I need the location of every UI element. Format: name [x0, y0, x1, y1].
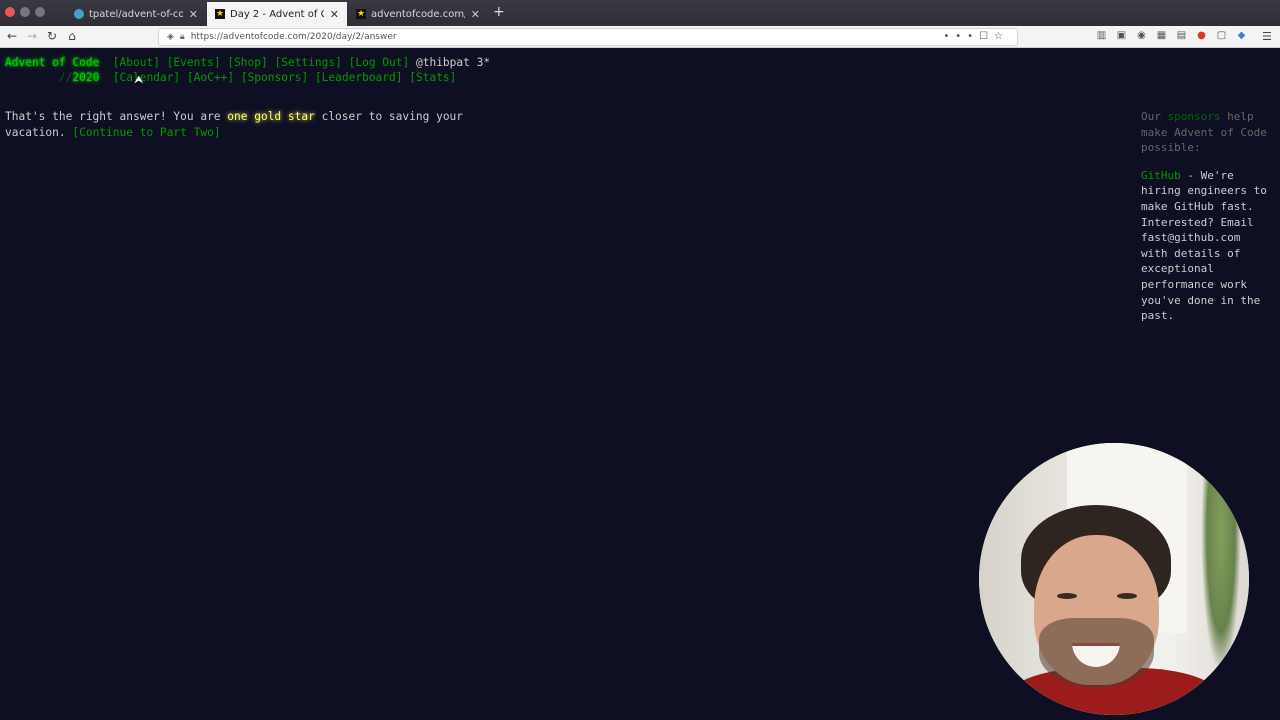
sponsors-link[interactable]: sponsors	[1168, 110, 1221, 123]
tab-title: Day 2 - Advent of Code 2020	[230, 8, 324, 20]
sponsor-intro-text: Our	[1141, 110, 1168, 123]
nav-link-calendar[interactable]: [Calendar]	[113, 71, 180, 84]
browser-tab-bar: tpatel/advent-of-code-2020 ✕ ★ Day 2 - A…	[0, 0, 1280, 26]
new-tab-button[interactable]: +	[493, 4, 505, 20]
home-icon[interactable]: ⌂	[64, 29, 80, 43]
browser-nav-bar: ← → ↻ ⌂ ◈ 🔒︎ https://adventofcode.com/20…	[0, 26, 1280, 48]
sidebar-icon[interactable]: ▣	[1116, 30, 1127, 41]
github-favicon-icon	[74, 9, 84, 19]
header-row-1: Advent of Code [About] [Events] [Shop] […	[5, 56, 490, 69]
tracking-shield-icon[interactable]: ◈	[167, 32, 174, 42]
year-prefix: //	[58, 71, 73, 84]
mouse-cursor-icon: ⮝	[134, 73, 144, 86]
year-link[interactable]: 2020	[72, 71, 99, 84]
nav-link-events[interactable]: [Events]	[167, 56, 221, 69]
close-tab-icon[interactable]: ✕	[330, 8, 339, 21]
browser-tab-active[interactable]: ★ Day 2 - Advent of Code 2020 ✕	[207, 2, 347, 26]
browser-tab[interactable]: tpatel/advent-of-code-2020 ✕	[66, 2, 206, 26]
gold-star-text: one gold star	[227, 110, 315, 123]
url-bar[interactable]: ◈ 🔒︎ https://adventofcode.com/2020/day/2…	[158, 28, 1018, 46]
tab-title: adventofcode.com/2020/day/2/input	[371, 8, 465, 20]
forward-arrow-icon[interactable]: →	[24, 29, 40, 43]
nav-link-logout[interactable]: [Log Out]	[349, 56, 410, 69]
username: @thibpat	[415, 56, 470, 69]
lock-icon[interactable]: 🔒︎	[180, 32, 185, 42]
webcam-eye	[1057, 593, 1077, 599]
sponsor-github: GitHub - We're hiring engineers to make …	[1141, 168, 1271, 324]
star-count: 3*	[476, 56, 491, 69]
extensions-grid-icon[interactable]: ▦	[1156, 30, 1167, 41]
nav-link-about[interactable]: [About]	[113, 56, 160, 69]
nav-link-shop[interactable]: [Shop]	[227, 56, 267, 69]
extension-icon[interactable]: ◆	[1236, 30, 1247, 41]
window-minimize-button[interactable]	[20, 7, 30, 17]
apps-icon[interactable]: ▤	[1176, 30, 1187, 41]
window-maximize-button[interactable]	[35, 7, 45, 17]
answer-message: That's the right answer! You are one gol…	[5, 109, 525, 140]
webcam-plant	[1201, 473, 1241, 673]
nav-link-stats[interactable]: [Stats]	[409, 71, 456, 84]
aoc-favicon-icon: ★	[215, 9, 225, 19]
window-close-button[interactable]	[5, 7, 15, 17]
answer-text: That's the right answer! You are	[5, 110, 228, 123]
account-icon[interactable]: ◉	[1136, 30, 1147, 41]
webcam-eye	[1117, 593, 1137, 599]
page-actions-icons[interactable]: •••☐☆	[943, 31, 1009, 42]
continue-part-two-link[interactable]: [Continue to Part Two]	[72, 126, 220, 139]
browser-tab[interactable]: ★ adventofcode.com/2020/day/2/input ✕	[348, 2, 488, 26]
sponsor-text: - We're hiring engineers to make GitHub …	[1141, 168, 1267, 323]
container-icon[interactable]: ▢	[1216, 30, 1227, 41]
toolbar-icons: ▥ ▣ ◉ ▦ ▤ ● ▢ ◆	[1096, 30, 1247, 41]
sponsor-sidebar: Our sponsors help make Advent of Code po…	[1141, 109, 1271, 324]
nav-link-leaderboard[interactable]: [Leaderboard]	[315, 71, 403, 84]
site-title-link[interactable]: Advent of Code	[5, 56, 99, 69]
url-text: https://adventofcode.com/2020/day/2/answ…	[190, 32, 397, 42]
adblock-icon[interactable]: ●	[1196, 30, 1207, 41]
header-row-2: //2020 [Calendar] [AoC++] [Sponsors] [Le…	[5, 71, 457, 84]
nav-link-settings[interactable]: [Settings]	[275, 56, 342, 69]
close-tab-icon[interactable]: ✕	[189, 8, 198, 21]
tab-title: tpatel/advent-of-code-2020	[89, 8, 183, 20]
back-arrow-icon[interactable]: ←	[4, 29, 20, 43]
nav-link-sponsors[interactable]: [Sponsors]	[241, 71, 308, 84]
library-icon[interactable]: ▥	[1096, 30, 1107, 41]
nav-link-aocpp[interactable]: [AoC++]	[187, 71, 234, 84]
sponsor-intro: Our sponsors help make Advent of Code po…	[1141, 109, 1271, 156]
reload-icon[interactable]: ↻	[44, 29, 60, 43]
close-tab-icon[interactable]: ✕	[471, 8, 480, 21]
aoc-favicon-icon: ★	[356, 9, 366, 19]
menu-icon[interactable]: ☰	[1262, 30, 1272, 43]
webcam-overlay	[979, 443, 1249, 715]
github-sponsor-link[interactable]: GitHub	[1141, 169, 1181, 182]
